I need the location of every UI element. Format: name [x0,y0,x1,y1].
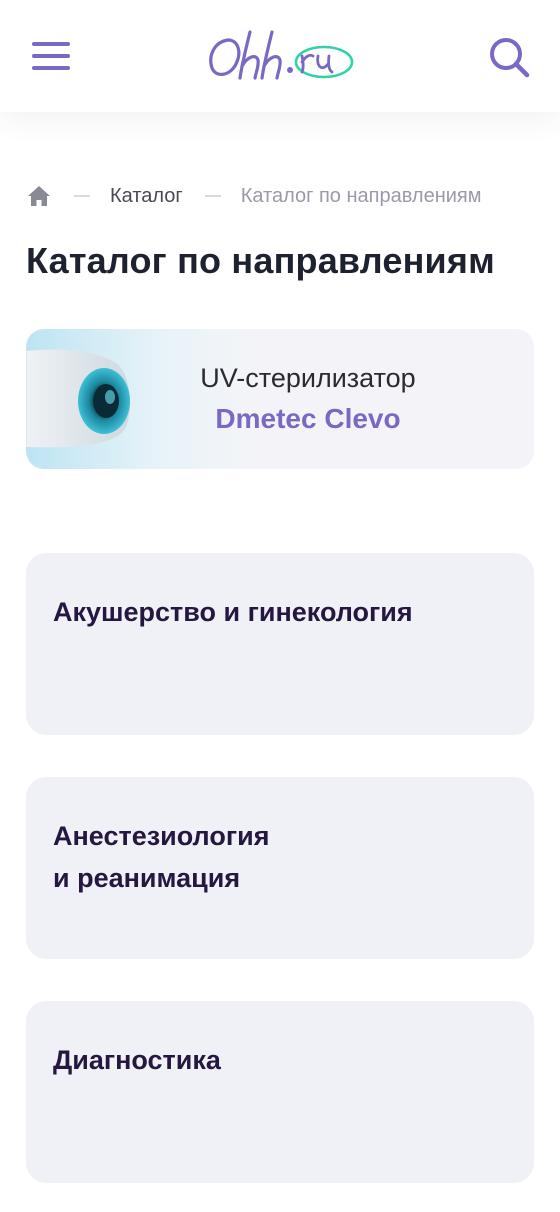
hamburger-menu-icon[interactable] [32,40,70,72]
promo-title: UV-стерилизатор [200,363,416,393]
category-card-diagnostics[interactable]: Диагностика [26,1001,534,1183]
search-icon[interactable] [486,34,532,80]
breadcrumb-separator [204,195,221,197]
promo-product-name: Dmetec Clevo [215,403,401,434]
breadcrumb: Каталог Каталог по направлениям [26,180,546,212]
category-title: Акушерство и гинекология [53,597,413,627]
page-title: Каталог по направлениям [26,240,495,281]
breadcrumb-separator [74,195,90,197]
sterilizer-product-image [26,349,131,448]
category-title: Диагностика [53,1045,221,1075]
site-header [0,0,560,112]
breadcrumb-current: Каталог по направлениям [240,184,482,207]
site-logo[interactable] [206,26,356,86]
category-title: Анестезиология и реанимация [53,821,270,893]
category-card-obstetrics[interactable]: Акушерство и гинекология [26,553,534,735]
breadcrumb-catalog-link[interactable]: Каталог [110,185,183,208]
category-card-anesthesiology[interactable]: Анестезиология и реанимация [26,777,534,959]
home-icon[interactable] [26,183,52,209]
promo-banner[interactable]: UV-стерилизатор Dmetec Clevo [26,329,534,469]
